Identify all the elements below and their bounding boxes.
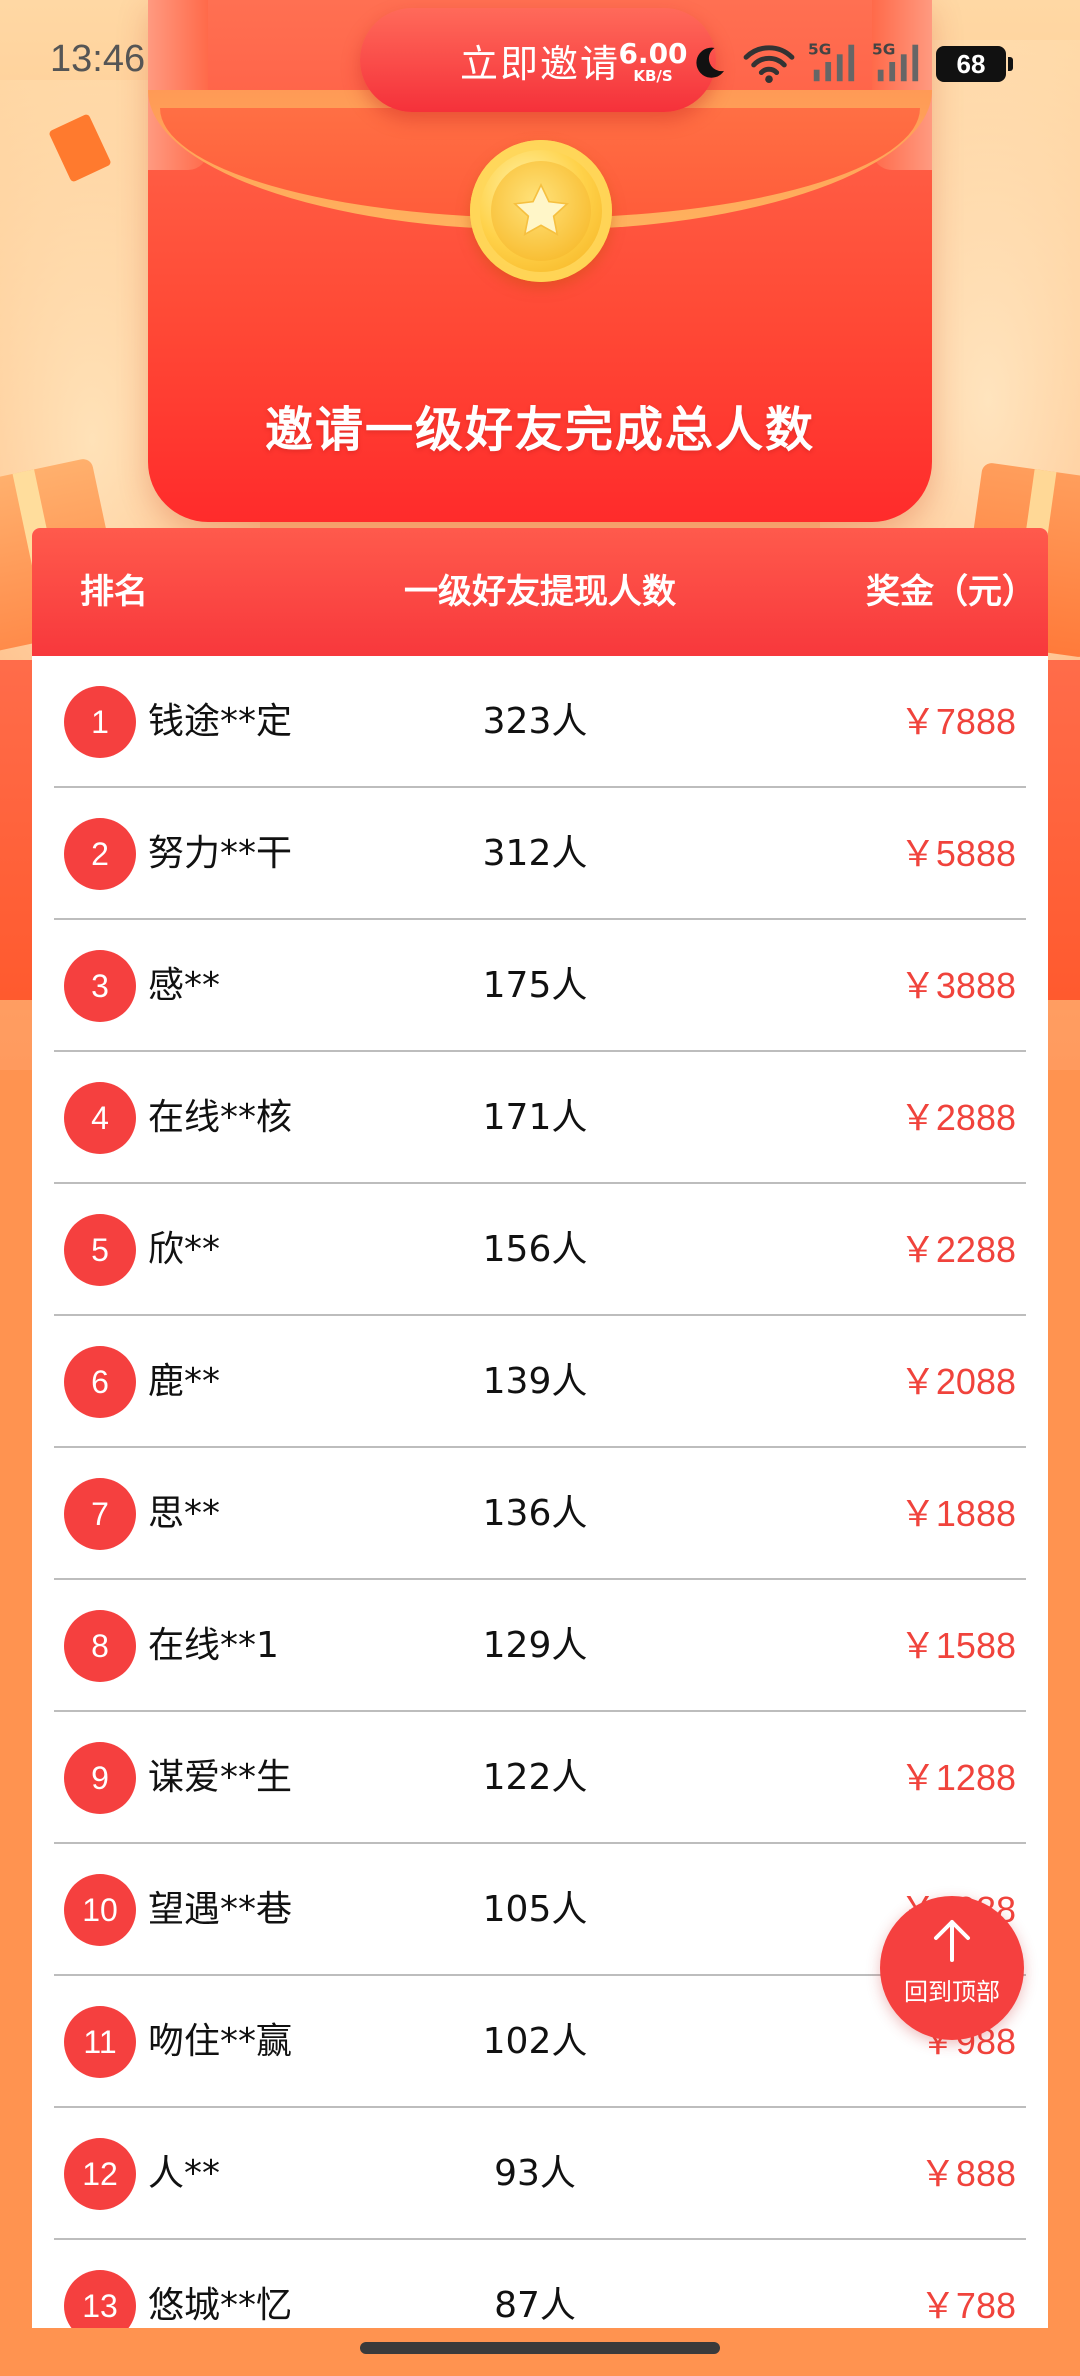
table-row: 156人 5 欣** ￥2288 [32,1184,1048,1316]
table-row: 312人 2 努力**干 ￥5888 [32,788,1048,920]
prize-amount: ￥888 [919,2153,1016,2194]
prize-amount: ￥2888 [899,1097,1016,1138]
prize-amount: ￥1588 [899,1625,1016,1666]
gold-coin-star-icon [470,140,612,282]
table-row: 171人 4 在线**核 ￥2888 [32,1052,1048,1184]
user-name: 欣** [148,1229,221,1270]
rank-badge: 7 [64,1478,136,1550]
prize-amount: ￥2288 [899,1229,1016,1270]
prize-amount: ￥7888 [899,701,1016,742]
rank-badge: 10 [64,1874,136,1946]
header-prize: 奖金（元） [866,572,1036,612]
table-row: 87人 13 悠城**忆 ￥788 [32,2240,1048,2328]
bottom-gesture-area [0,2328,1080,2376]
table-row: 136人 7 思** ￥1888 [32,1448,1048,1580]
table-row: 129人 8 在线**1 ￥1588 [32,1580,1048,1712]
prize-amount: ￥5888 [899,833,1016,874]
rank-badge: 11 [64,2006,136,2078]
table-row: 139人 6 鹿** ￥2088 [32,1316,1048,1448]
header-rank: 排名 [80,572,148,612]
table-row: 93人 12 人** ￥888 [32,2108,1048,2240]
prize-amount: ￥3888 [899,965,1016,1006]
table-row: 175人 3 感** ￥3888 [32,920,1048,1052]
rank-badge: 3 [64,950,136,1022]
user-name: 钱途**定 [148,701,293,742]
user-name: 望遇**巷 [148,1889,293,1930]
rank-badge: 8 [64,1610,136,1682]
rank-badge: 1 [64,686,136,758]
user-name: 人** [148,2153,221,2194]
user-name: 在线**1 [148,1625,279,1666]
user-name: 努力**干 [148,833,293,874]
user-name: 在线**核 [148,1097,293,1138]
user-name: 谋爱**生 [148,1757,293,1798]
invite-now-button[interactable]: 立即邀请 [360,8,716,112]
rank-badge: 6 [64,1346,136,1418]
user-name: 感** [148,965,221,1006]
table-row: 323人 1 钱途**定 ￥7888 [32,656,1048,788]
ranking-table: 一级好友提现人数 排名 奖金（元） 323人 1 钱途**定 ￥7888 312… [32,528,1048,2328]
rank-badge: 9 [64,1742,136,1814]
arrow-up-icon [934,1920,970,1962]
user-name: 悠城**忆 [148,2285,293,2326]
prize-amount: ￥788 [919,2285,1016,2326]
ranking-headline: 邀请一级好友完成总人数 [264,402,815,458]
rank-badge: 12 [64,2138,136,2210]
prize-amount: ￥1288 [899,1757,1016,1798]
rank-badge: 2 [64,818,136,890]
back-to-top-label: 回到顶部 [904,1978,1000,2006]
user-name: 思** [148,1493,221,1534]
home-indicator[interactable] [360,2342,720,2354]
star-icon [512,182,570,236]
table-header: 一级好友提现人数 排名 奖金（元） [32,528,1048,656]
prize-amount: ￥2088 [899,1361,1016,1402]
ranking-rows: 323人 1 钱途**定 ￥7888 312人 2 努力**干 ￥5888 17… [32,656,1048,2328]
rank-badge: 5 [64,1214,136,1286]
table-row: 122人 9 谋爱**生 ￥1288 [32,1712,1048,1844]
user-name: 鹿** [148,1361,221,1402]
user-name: 吻住**赢 [148,2021,293,2062]
back-to-top-button[interactable]: 回到顶部 [880,1896,1024,2040]
prize-amount: ￥1888 [899,1493,1016,1534]
rank-badge: 4 [64,1082,136,1154]
